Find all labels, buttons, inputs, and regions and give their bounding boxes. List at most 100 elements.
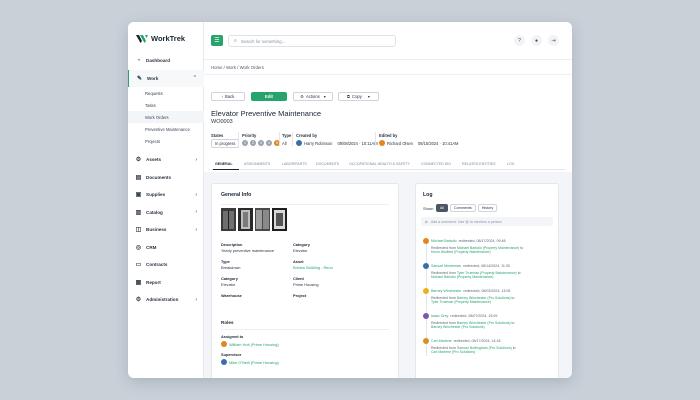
sidebar-subitem-requests[interactable]: Requests	[128, 87, 204, 99]
sidebar-item-label: Report	[146, 279, 161, 285]
priority-selector[interactable]: 12345	[242, 140, 280, 146]
sidebar-subitem-preventive-maintenance[interactable]: Preventive Maintenance	[128, 123, 204, 135]
edit-button[interactable]: Edit	[251, 92, 287, 101]
menu-toggle-button[interactable]: ☰	[211, 35, 223, 46]
log-entry-author[interactable]: Carl Marlene	[431, 339, 452, 343]
sidebar-subitem-work-orders[interactable]: Work Orders	[128, 111, 204, 123]
actions-label: Actions	[305, 94, 320, 99]
paperclip-icon: ⌀	[425, 218, 428, 224]
log-entry-to[interactable]: Carl Marlene (Pro Solutions)	[431, 350, 475, 354]
priority-option[interactable]: 4	[266, 140, 272, 146]
divider	[221, 329, 389, 330]
type-field-label: Type	[221, 259, 230, 264]
log-entry-mid: to	[516, 271, 521, 275]
created-by: Harry Robinson 08/08/2024 · 10:11AM	[296, 140, 378, 146]
filter-all[interactable]: All	[435, 204, 448, 212]
avatar	[423, 263, 429, 269]
sidebar-item-documents[interactable]: ▤ Documents	[128, 169, 204, 187]
supervisor[interactable]: Mike O'Neill (Prime Housing)	[221, 359, 279, 365]
comment-input[interactable]: ⌀ Add a comment. Use @ to mention a pers…	[421, 217, 553, 226]
sidebar-item-catalog[interactable]: ▥ Catalog ›	[128, 204, 204, 222]
work-order-code: WO0003	[211, 119, 233, 125]
elevator-photo-2[interactable]	[238, 208, 253, 231]
sidebar-item-supplies[interactable]: ▣ Supplies ›	[128, 186, 204, 204]
log-entry-author[interactable]: Barney Winchester	[431, 289, 461, 293]
logout-button[interactable]: ⇥	[548, 35, 559, 46]
chevron-right-icon: ›	[195, 191, 197, 198]
sidebar-item-label: Catalog	[146, 209, 163, 215]
tab-log[interactable]: LOG	[507, 162, 515, 166]
tab-connected-wo[interactable]: CONNECTED WO	[421, 162, 451, 166]
help-button[interactable]: ?	[514, 35, 525, 46]
priority-option[interactable]: 3	[258, 140, 264, 146]
priority-option[interactable]: 1	[242, 140, 248, 146]
breadcrumb[interactable]: Home / Work / Work Orders	[211, 65, 264, 70]
asset-label: Asset	[293, 259, 304, 264]
log-entry-detail: Redirected from Michael Bartolio (Proper…	[423, 246, 553, 254]
sidebar-item-administration[interactable]: ⚙ Administration ›	[128, 291, 204, 309]
log-entry-author[interactable]: Samuel Mesternan	[431, 264, 461, 268]
assigned-to-name: William Holt (Prime Housing)	[229, 341, 279, 347]
log-card: Log Show: All Comments History ⌀ Add a c…	[415, 183, 559, 378]
sidebar-item-dashboard[interactable]: ◔ Dashboard	[128, 52, 204, 70]
user-button[interactable]: ●	[531, 35, 542, 46]
avatar	[379, 140, 385, 146]
priority-option[interactable]: 2	[250, 140, 256, 146]
sidebar-item-label: Supplies	[146, 192, 166, 198]
log-entry-time: redirected, 08/17/2024, 09:48	[458, 239, 506, 243]
search-placeholder: Search for something...	[240, 38, 286, 44]
sidebar-item-label: Business	[146, 227, 167, 233]
brand-logo[interactable]: WorkTrek	[136, 34, 185, 43]
client-label: Client	[293, 276, 304, 281]
sidebar-item-crm[interactable]: ◎ CRM	[128, 239, 204, 257]
sidebar-item-work[interactable]: ✎ Work ⌃	[128, 69, 204, 87]
tab-general[interactable]: GENERAL	[215, 162, 233, 166]
log-entry-time: redirected, 08/14/2024, 11:30	[463, 264, 510, 268]
help-icon: ?	[518, 37, 521, 44]
sidebar-item-business[interactable]: ◫ Business ›	[128, 221, 204, 239]
elevator-photo-3[interactable]	[255, 208, 270, 231]
elevator-photo-1[interactable]	[221, 208, 236, 231]
client-value: Prime Housing	[293, 282, 319, 287]
assigned-to[interactable]: William Holt (Prime Housing)	[221, 341, 279, 347]
edited-at: 08/15/2024 · 10:41AM	[417, 140, 459, 146]
sidebar-item-assets[interactable]: ⚙ Assets ›	[128, 151, 204, 169]
tab-occupational-health-safety[interactable]: OCCUPATIONAL HEALTH & SAFETY	[349, 162, 410, 166]
edited-by-label: Edited by	[379, 133, 398, 138]
log-entry-header: Michael Bartolio redirected, 08/17/2024, …	[423, 238, 553, 244]
log-entry-to[interactable]: Tyler Trueman (Property Maintenance)	[431, 300, 491, 304]
states-label: States	[211, 133, 224, 138]
roles-heading: Roles	[221, 320, 234, 325]
search-input[interactable]: ⌕ Search for something...	[228, 35, 396, 47]
tab-documents[interactable]: DOCUMENTS	[316, 162, 339, 166]
tab-labor-parts[interactable]: LABOR/PARTS	[282, 162, 307, 166]
sidebar-item-report[interactable]: ▦ Report	[128, 274, 204, 292]
tab-related-entities[interactable]: RELATED ENTITIES	[462, 162, 495, 166]
asset-link[interactable]: Brixton Building - Reno	[293, 265, 333, 270]
log-entry-author[interactable]: Michael Bartolio	[431, 239, 457, 243]
actions-dropdown[interactable]: ⚙ Actions ▾	[293, 92, 333, 101]
sidebar-subitem-tasks[interactable]: Tasks	[128, 99, 204, 111]
copy-dropdown[interactable]: ⧉ Copy ▾	[338, 92, 379, 101]
tab-assignments[interactable]: ASSIGNMENTS	[244, 162, 270, 166]
log-heading: Log	[423, 192, 433, 198]
sidebar-item-contracts[interactable]: ▭ Contracts	[128, 256, 204, 274]
log-entry-detail: Redirected from Samuel Nottingham (Pro S…	[423, 346, 553, 354]
log-entry-to[interactable]: Barney Winchester (Pro Solutions)	[431, 325, 485, 329]
log-entry: Michael Bartolio redirected, 08/17/2024, …	[423, 238, 553, 254]
chevron-right-icon: ›	[195, 296, 197, 303]
filter-history[interactable]: History	[477, 204, 498, 212]
states-select[interactable]: In progress	[211, 139, 240, 148]
document-icon: ▤	[135, 174, 142, 181]
log-entry-author[interactable]: Isaac Grey	[431, 314, 448, 318]
search-icon: ⌕	[234, 38, 237, 44]
sidebar-subitem-projects[interactable]: Projects	[128, 135, 204, 147]
log-entry-to[interactable]: Kevin Wolfield (Property Maintenance)	[431, 250, 491, 254]
contract-icon: ▭	[135, 262, 142, 269]
log-entry-to[interactable]: Michael Bartolio (Property Maintenance)	[431, 275, 493, 279]
created-by-label: Created by	[296, 133, 318, 138]
elevator-photo-4[interactable]	[272, 208, 287, 231]
filter-comments[interactable]: Comments	[449, 204, 476, 212]
back-button[interactable]: ‹ Back	[211, 92, 245, 101]
log-entry: Carl Marlene redirected, 08/17/2024, 14:1…	[423, 338, 553, 354]
